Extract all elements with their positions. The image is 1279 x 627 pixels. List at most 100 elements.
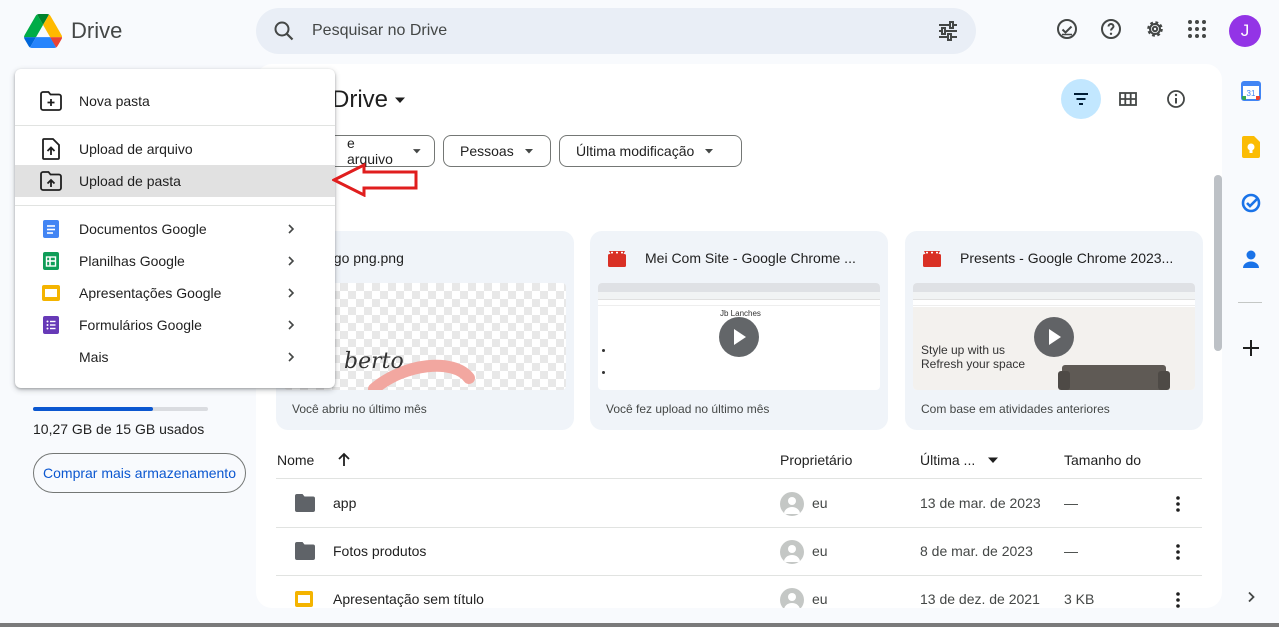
- page-title[interactable]: Drive: [332, 86, 406, 114]
- owner-avatar: [780, 492, 804, 516]
- menu-divider: [15, 125, 335, 126]
- menu-item-more[interactable]: Mais: [15, 341, 335, 373]
- buy-storage-button[interactable]: Comprar mais armazenamento: [33, 453, 246, 493]
- column-header-size[interactable]: Tamanho do: [1064, 452, 1141, 468]
- caret-down-icon: [988, 457, 999, 463]
- owner-avatar: [780, 588, 804, 608]
- video-file-icon: [608, 251, 626, 267]
- chevron-right-icon: [288, 288, 295, 298]
- keep-app-icon[interactable]: [1239, 135, 1263, 159]
- search-icon[interactable]: [272, 19, 296, 43]
- file-modified: 13 de mar. de 2023: [920, 495, 1041, 511]
- caret-down-icon: [395, 97, 406, 103]
- grid-view-button[interactable]: [1108, 79, 1148, 119]
- browser-urlbar: [913, 292, 1195, 300]
- menu-item-label: Upload de arquivo: [79, 141, 193, 157]
- column-size-label: Tamanho do: [1064, 452, 1142, 468]
- browser-tabbar: [598, 283, 880, 292]
- plus-icon: [1243, 340, 1259, 356]
- table-row[interactable]: Fotos produtos eu 8 de mar. de 2023 —: [276, 528, 1202, 576]
- chevron-down-icon: [413, 149, 422, 154]
- grid-icon: [1119, 92, 1137, 106]
- menu-item-label: Upload de pasta: [79, 173, 181, 189]
- calendar-app-icon[interactable]: 31: [1239, 79, 1263, 103]
- file-size: —: [1064, 543, 1078, 559]
- filter-modified-chip[interactable]: Última modificação: [559, 135, 742, 167]
- card-title: Presents - Google Chrome 2023...: [960, 250, 1174, 266]
- new-item-menu: Nova pasta Upload de arquivo Upload de p…: [15, 69, 335, 388]
- tasks-app-icon[interactable]: [1239, 191, 1263, 215]
- details-button[interactable]: [1156, 79, 1196, 119]
- filter-people-chip[interactable]: Pessoas: [443, 135, 551, 167]
- menu-item-label: Apresentações Google: [79, 285, 222, 301]
- file-owner: eu: [812, 591, 828, 607]
- settings-gear-icon[interactable]: [1143, 17, 1167, 41]
- help-icon[interactable]: [1099, 17, 1123, 41]
- more-vert-icon[interactable]: [1166, 492, 1190, 516]
- file-owner: eu: [812, 495, 828, 511]
- chevron-right-icon: [288, 224, 295, 234]
- search-options-icon[interactable]: [936, 19, 960, 43]
- drive-logo-icon: [24, 14, 62, 48]
- contacts-app-icon[interactable]: [1239, 247, 1263, 271]
- menu-item-google-docs[interactable]: Documentos Google: [15, 213, 335, 245]
- account-avatar[interactable]: J: [1229, 15, 1261, 47]
- file-size: —: [1064, 495, 1078, 511]
- card-title: Mei Com Site - Google Chrome ...: [645, 250, 856, 266]
- sofa-image: [1058, 365, 1170, 390]
- sheets-icon: [39, 249, 63, 273]
- browser-bookmarks: [913, 300, 1195, 306]
- preview-headline-2: Refresh your space: [921, 357, 1026, 371]
- add-app-button[interactable]: [1239, 336, 1263, 360]
- preview-headline-1: Style up with us: [921, 343, 1006, 357]
- file-upload-icon: [39, 137, 63, 161]
- browser-urlbar: [598, 292, 880, 300]
- play-button[interactable]: [1034, 317, 1074, 357]
- menu-item-label: Planilhas Google: [79, 253, 185, 269]
- suggested-card[interactable]: Presents - Google Chrome 2023... Style u…: [905, 231, 1203, 430]
- page-title-text: Drive: [332, 86, 389, 113]
- folder-upload-icon: [39, 169, 63, 193]
- filter-modified-label: Última modificação: [576, 143, 695, 159]
- file-modified: 8 de mar. de 2023: [920, 543, 1033, 559]
- more-vert-icon[interactable]: [1166, 588, 1190, 608]
- chevron-right-icon: [288, 352, 295, 362]
- card-thumbnail: Jb Lanches: [598, 283, 880, 390]
- column-header-owner[interactable]: Proprietário: [780, 452, 852, 468]
- menu-item-upload-file[interactable]: Upload de arquivo: [15, 133, 335, 165]
- more-vert-icon[interactable]: [1166, 540, 1190, 564]
- expand-panel-button[interactable]: [1239, 585, 1263, 609]
- chevron-right-icon: [1248, 591, 1255, 603]
- storage-usage-bar: [33, 407, 208, 411]
- new-folder-icon: [39, 89, 63, 113]
- menu-item-upload-folder[interactable]: Upload de pasta: [15, 165, 335, 197]
- menu-item-label: Mais: [79, 349, 109, 365]
- play-button[interactable]: [719, 317, 759, 357]
- table-row[interactable]: app eu 13 de mar. de 2023 —: [276, 480, 1202, 528]
- menu-item-new-folder[interactable]: Nova pasta: [15, 85, 335, 117]
- sort-arrow-up-icon[interactable]: [336, 452, 352, 468]
- apps-grid-icon[interactable]: [1185, 17, 1209, 41]
- list-view-button[interactable]: [1061, 79, 1101, 119]
- browser-tabbar: [913, 283, 1195, 292]
- menu-item-google-slides[interactable]: Apresentações Google: [15, 277, 335, 309]
- main-scrollbar[interactable]: [1214, 175, 1222, 351]
- table-row[interactable]: Apresentação sem título eu 13 de dez. de…: [276, 576, 1202, 608]
- offline-status-icon[interactable]: [1055, 17, 1079, 41]
- column-header-name[interactable]: Nome: [277, 452, 352, 468]
- slides-file-icon: [295, 591, 313, 607]
- menu-item-google-forms[interactable]: Formulários Google: [15, 309, 335, 341]
- search-bar[interactable]: Pesquisar no Drive: [256, 8, 976, 54]
- main-content: Drive e arquivo Pessoas Última modificaç…: [256, 64, 1222, 608]
- file-owner: eu: [812, 543, 828, 559]
- app-name: Drive: [71, 18, 123, 43]
- search-input[interactable]: Pesquisar no Drive: [312, 22, 447, 40]
- menu-item-google-sheets[interactable]: Planilhas Google: [15, 245, 335, 277]
- file-name: Fotos produtos: [333, 543, 427, 559]
- drive-logo[interactable]: Drive: [24, 14, 122, 48]
- column-header-modified[interactable]: Última ...: [920, 452, 999, 468]
- suggested-card[interactable]: Mei Com Site - Google Chrome ... Jb Lanc…: [590, 231, 888, 430]
- taskbar-edge: [0, 623, 1279, 627]
- owner-avatar: [780, 540, 804, 564]
- file-size: 3 KB: [1064, 591, 1095, 607]
